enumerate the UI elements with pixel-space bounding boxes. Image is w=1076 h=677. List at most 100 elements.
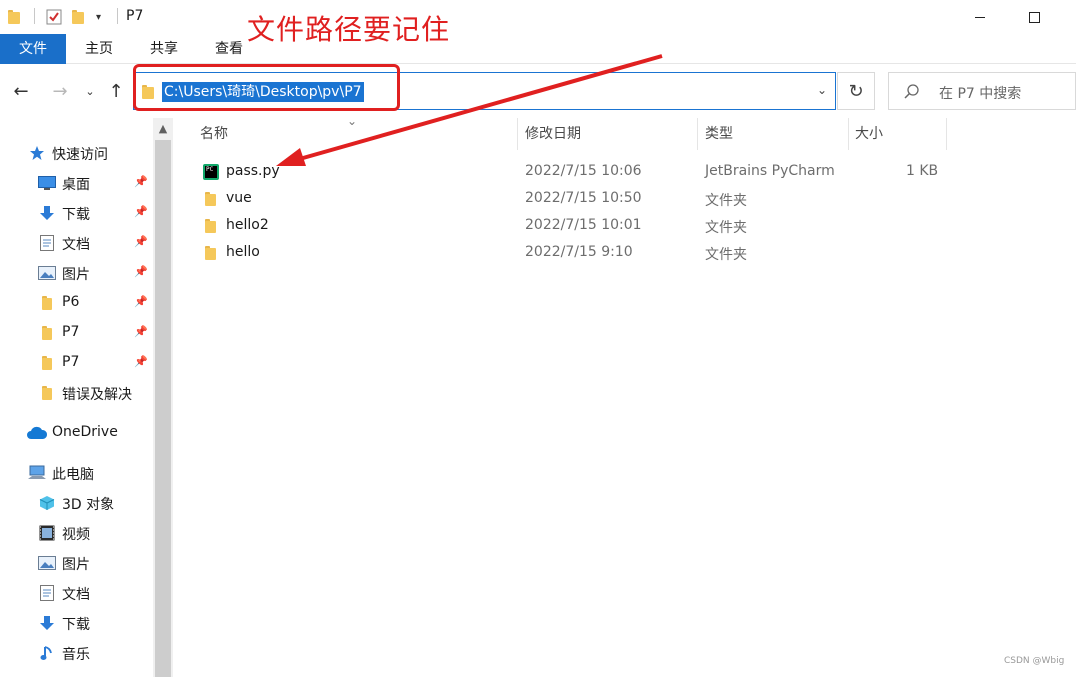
pin-icon: 📌 xyxy=(134,205,148,218)
sidebar-item-downloads[interactable]: 下载 📌 xyxy=(0,199,153,227)
file-row-hello2[interactable]: hello2 2022/7/15 10:01 文件夹 xyxy=(173,213,1076,240)
sidebar-item-music[interactable]: 音乐 xyxy=(0,639,153,667)
quick-access-folder-icon[interactable] xyxy=(8,6,20,28)
sidebar-item-label: 文档 xyxy=(62,237,90,253)
up-button[interactable]: ↑ xyxy=(104,79,128,103)
file-type: JetBrains PyCharm xyxy=(705,163,835,179)
column-header-type[interactable]: 类型 xyxy=(705,118,733,150)
file-name: hello2 xyxy=(226,217,269,233)
file-row-pass-py[interactable]: PC pass.py 2022/7/15 10:06 JetBrains PyC… xyxy=(173,159,1076,186)
picture-icon xyxy=(38,555,56,571)
sidebar-item-label: P7 xyxy=(62,354,80,370)
column-header-name[interactable]: 名称 xyxy=(200,118,228,150)
pin-icon: 📌 xyxy=(134,325,148,338)
column-divider[interactable] xyxy=(946,118,947,150)
sidebar-item-this-pc[interactable]: 此电脑 xyxy=(0,459,153,487)
minimize-button[interactable] xyxy=(957,0,1003,34)
ribbon-tabs: 文件 主页 共享 查看 xyxy=(0,34,1076,64)
title-separator xyxy=(34,8,35,24)
back-arrow-icon: ← xyxy=(13,80,29,102)
sidebar-item-label: OneDrive xyxy=(52,424,118,440)
file-type: 文件夹 xyxy=(705,247,747,263)
sidebar-item-label: P6 xyxy=(62,294,80,310)
sidebar-item-label: 快速访问 xyxy=(52,147,108,163)
computer-icon xyxy=(28,465,46,481)
sidebar-item-p7-2[interactable]: P7 📌 xyxy=(0,349,153,377)
column-header-date[interactable]: 修改日期 xyxy=(525,118,581,150)
sidebar-item-documents[interactable]: 文档 📌 xyxy=(0,229,153,257)
sidebar-item-label: 音乐 xyxy=(62,647,90,663)
annotation-title: 文件路径要记住 xyxy=(247,13,451,46)
new-folder-icon[interactable] xyxy=(72,6,84,28)
sidebar-item-p6[interactable]: P6 📌 xyxy=(0,289,153,317)
column-header-size[interactable]: 大小 xyxy=(855,118,883,150)
desktop-icon xyxy=(38,175,56,191)
sidebar-item-3d-objects[interactable]: 3D 对象 xyxy=(0,489,153,517)
refresh-icon: ↻ xyxy=(848,80,864,102)
folder-icon xyxy=(38,325,56,341)
back-button[interactable]: ← xyxy=(9,79,33,103)
column-divider[interactable] xyxy=(848,118,849,150)
search-input[interactable]: 在 P7 中搜索 xyxy=(939,83,1021,103)
file-row-hello[interactable]: hello 2022/7/15 9:10 文件夹 xyxy=(173,240,1076,267)
star-icon xyxy=(28,145,46,161)
folder-icon xyxy=(203,245,219,261)
forward-button[interactable]: → xyxy=(48,79,72,103)
chevron-down-icon: ⌄ xyxy=(85,84,95,98)
cube-icon xyxy=(38,495,56,511)
sidebar-item-label: 下载 xyxy=(62,617,90,633)
file-type: 文件夹 xyxy=(705,220,747,236)
pin-icon: 📌 xyxy=(134,355,148,368)
maximize-icon xyxy=(1028,11,1040,23)
file-date: 2022/7/15 10:50 xyxy=(525,190,642,206)
forward-arrow-icon: → xyxy=(52,80,68,102)
watermark: CSDN @Wbig xyxy=(1004,656,1065,666)
sidebar-item-pictures[interactable]: 图片 📌 xyxy=(0,259,153,287)
tab-view[interactable]: 查看 xyxy=(208,34,250,64)
properties-check-icon[interactable] xyxy=(46,6,62,28)
pycharm-icon: PC xyxy=(203,164,219,180)
navigation-pane: 快速访问 桌面 📌 下载 📌 文档 📌 图片 📌 P6 📌 P7 📌 P7 📌 … xyxy=(0,118,153,677)
sidebar-item-label: 3D 对象 xyxy=(62,497,115,513)
pin-icon: 📌 xyxy=(134,235,148,248)
title-separator xyxy=(117,8,118,24)
scroll-thumb[interactable] xyxy=(155,140,171,677)
recent-locations-button[interactable]: ⌄ xyxy=(78,79,102,103)
tab-file[interactable]: 文件 xyxy=(0,34,66,64)
sidebar-item-documents-pc[interactable]: 文档 xyxy=(0,579,153,607)
search-box[interactable]: 在 P7 中搜索 xyxy=(888,72,1076,110)
video-icon xyxy=(38,525,56,541)
sidebar-item-pictures-pc[interactable]: 图片 xyxy=(0,549,153,577)
sidebar-item-label: 图片 xyxy=(62,557,90,573)
scroll-up-icon[interactable]: ▲ xyxy=(153,118,173,138)
annotation-highlight-box xyxy=(133,64,400,111)
sidebar-item-label: 下载 xyxy=(62,207,90,223)
customize-toolbar-chevron-icon[interactable]: ▾ xyxy=(96,6,101,28)
tab-share[interactable]: 共享 xyxy=(143,34,185,64)
sidebar-item-onedrive[interactable]: OneDrive xyxy=(0,419,153,447)
sidebar-scrollbar[interactable]: ▲ xyxy=(153,118,173,677)
address-dropdown-icon[interactable]: ⌄ xyxy=(817,83,827,97)
file-date: 2022/7/15 10:01 xyxy=(525,217,642,233)
maximize-button[interactable] xyxy=(1011,0,1057,34)
file-type: 文件夹 xyxy=(705,193,747,209)
folder-icon xyxy=(38,385,56,401)
file-row-vue[interactable]: vue 2022/7/15 10:50 文件夹 xyxy=(173,186,1076,213)
picture-icon xyxy=(38,265,56,281)
tab-home[interactable]: 主页 xyxy=(78,34,120,64)
document-icon xyxy=(38,585,56,601)
sidebar-item-label: 桌面 xyxy=(62,177,90,193)
folder-icon xyxy=(38,295,56,311)
sidebar-item-desktop[interactable]: 桌面 📌 xyxy=(0,169,153,197)
sidebar-item-p7[interactable]: P7 📌 xyxy=(0,319,153,347)
file-date: 2022/7/15 9:10 xyxy=(525,244,633,260)
up-arrow-icon: ↑ xyxy=(108,80,124,102)
refresh-button[interactable]: ↻ xyxy=(837,72,875,110)
sidebar-item-errors[interactable]: 错误及解决 xyxy=(0,379,153,407)
sidebar-item-videos[interactable]: 视频 xyxy=(0,519,153,547)
column-divider[interactable] xyxy=(517,118,518,150)
sidebar-item-label: 文档 xyxy=(62,587,90,603)
sidebar-item-quick-access[interactable]: 快速访问 xyxy=(0,139,153,167)
sidebar-item-downloads-pc[interactable]: 下载 xyxy=(0,609,153,637)
column-divider[interactable] xyxy=(697,118,698,150)
